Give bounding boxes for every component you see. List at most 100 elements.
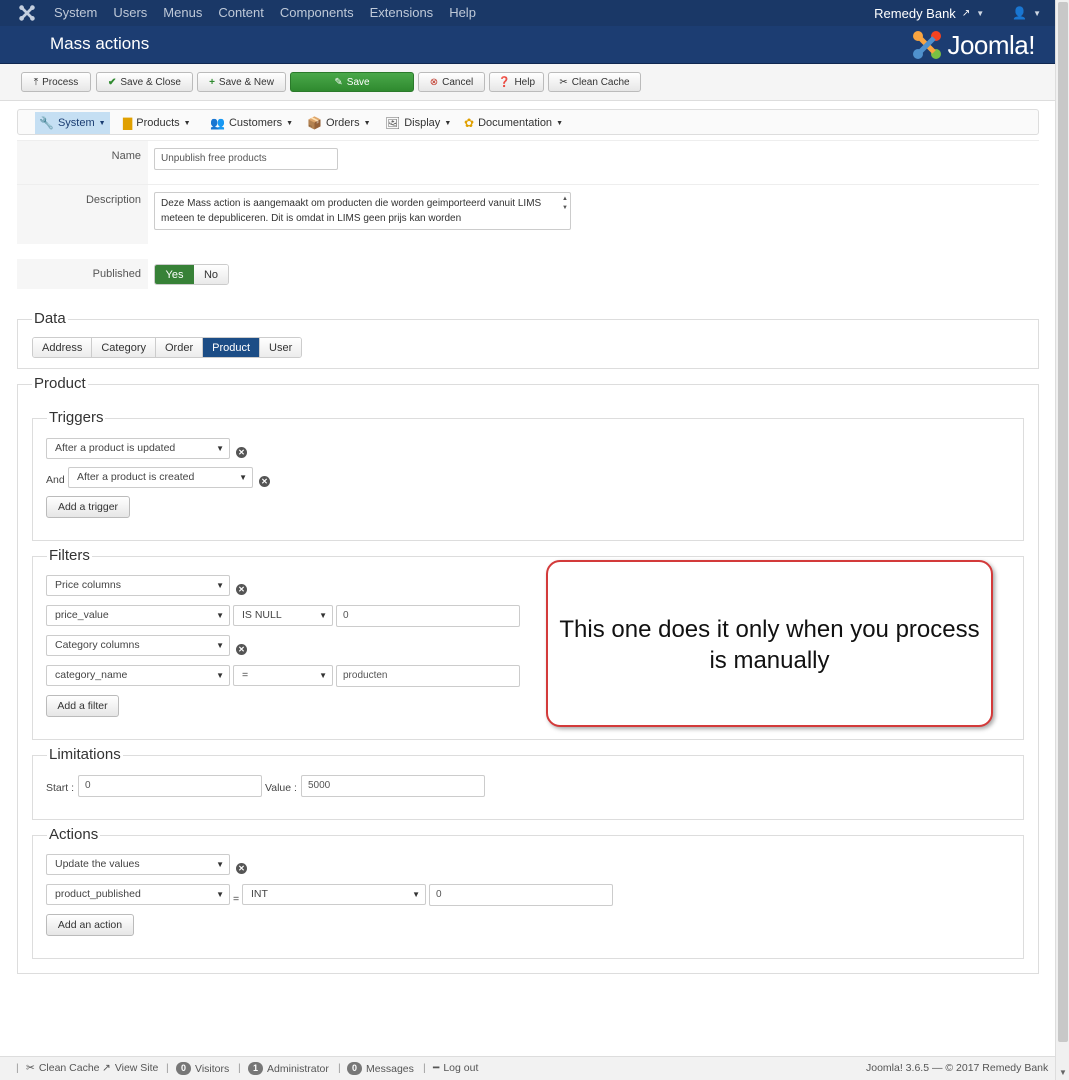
status-view-site[interactable]: ↗ View Site xyxy=(102,1062,158,1074)
filter-column-select-2[interactable]: category_name ▼ xyxy=(46,665,230,686)
joomla-brand: Joomla! xyxy=(911,29,1035,61)
data-legend: Data xyxy=(32,310,68,327)
documentation-icon: ✿ xyxy=(464,116,475,130)
page-scrollbar[interactable]: ▼ xyxy=(1055,0,1069,1080)
filter-group-select-1[interactable]: Price columns ▼ xyxy=(46,575,230,596)
trigger-select-2[interactable]: After a product is created ▼ xyxy=(68,467,253,488)
broom-icon: ✂ xyxy=(559,76,568,88)
published-no[interactable]: No xyxy=(194,265,228,284)
scroll-down-icon[interactable]: ▼ xyxy=(1059,1068,1067,1077)
dropdown-arrow-icon: ▼ xyxy=(319,611,327,620)
order-icon: 📦 xyxy=(307,116,322,130)
save-button[interactable]: ✎ Save xyxy=(290,72,414,92)
help-button[interactable]: ❓ Help xyxy=(489,72,544,92)
filter-group-select-2[interactable]: Category columns ▼ xyxy=(46,635,230,656)
start-input[interactable]: 0 xyxy=(78,775,262,797)
topbar-right: Remedy Bank ↗ ▼ 👤 ▼ xyxy=(874,0,1041,26)
user-dropdown-icon[interactable]: ▼ xyxy=(1033,9,1041,18)
remove-filter-2-icon[interactable]: ✕ xyxy=(236,644,247,655)
annotation-callout: This one does it only when you process i… xyxy=(546,560,993,727)
dropdown-arrow-icon: ▼ xyxy=(216,641,224,650)
menu-help[interactable]: Help xyxy=(441,0,484,26)
action-datatype-select[interactable]: INT ▼ xyxy=(242,884,426,905)
tab-address[interactable]: Address xyxy=(33,338,93,357)
tab-category[interactable]: Category xyxy=(92,338,156,357)
submenu-documentation[interactable]: ✿ Documentation ▼ xyxy=(460,112,567,134)
value-label: Value : xyxy=(265,782,297,794)
process-button[interactable]: ⤒ Process xyxy=(21,72,91,92)
remove-trigger-1-icon[interactable]: ✕ xyxy=(236,447,247,458)
add-filter-button[interactable]: Add a filter xyxy=(46,695,119,717)
joomla-logo-icon[interactable] xyxy=(18,4,36,22)
tab-order[interactable]: Order xyxy=(156,338,204,357)
status-logout[interactable]: ━ Log out xyxy=(433,1062,478,1074)
filter-operator-select-2[interactable]: = ▼ xyxy=(233,665,333,686)
joomla-brand-icon xyxy=(913,31,942,59)
start-label: Start : xyxy=(46,782,75,794)
textarea-scroll-icon[interactable]: ▲ ▼ xyxy=(562,195,568,213)
cancel-button[interactable]: ⊗ Cancel xyxy=(418,72,485,92)
data-tabs: Address Category Order Product User xyxy=(32,337,303,358)
name-label: Name xyxy=(17,141,148,184)
status-clean-cache[interactable]: ✂ Clean Cache xyxy=(26,1062,100,1074)
dropdown-arrow-icon: ▼ xyxy=(239,473,247,482)
description-row: Description Deze Mass action is aangemaa… xyxy=(17,184,1039,244)
name-row: Name Unpublish free products xyxy=(17,140,1039,184)
submenu-display[interactable]: 🖼 Display ▼ xyxy=(381,112,455,134)
box-icon: ▇ xyxy=(123,116,133,130)
action-column-select[interactable]: product_published ▼ xyxy=(46,884,230,905)
joomla-wordmark: Joomla! xyxy=(947,29,1035,60)
menu-users[interactable]: Users xyxy=(105,0,155,26)
status-visitors[interactable]: 0 Visitors xyxy=(176,1062,229,1075)
dropdown-arrow-icon: ▼ xyxy=(319,671,327,680)
triggers-legend: Triggers xyxy=(47,409,106,426)
tab-product[interactable]: Product xyxy=(203,338,261,357)
submenu-orders[interactable]: 📦 Orders ▼ xyxy=(303,112,375,134)
admin-count-badge: 1 xyxy=(248,1062,264,1075)
add-trigger-button[interactable]: Add a trigger xyxy=(46,496,130,518)
description-textarea[interactable]: Deze Mass action is aangemaakt om produc… xyxy=(154,192,571,230)
site-name-link[interactable]: Remedy Bank xyxy=(874,6,956,21)
value-input[interactable]: 5000 xyxy=(301,775,485,797)
top-navbar: System Users Menus Content Components Ex… xyxy=(0,0,1055,26)
check-icon: ✔ xyxy=(108,76,117,88)
status-messages[interactable]: 0 Messages xyxy=(347,1062,414,1075)
scrollbar-thumb[interactable] xyxy=(1058,2,1068,1042)
published-yes[interactable]: Yes xyxy=(155,265,194,284)
remove-trigger-2-icon[interactable]: ✕ xyxy=(259,476,270,487)
filter-value-input-2[interactable]: producten xyxy=(336,665,520,687)
external-link-icon: ↗ xyxy=(102,1062,111,1074)
dropdown-arrow-icon: ▼ xyxy=(216,581,224,590)
status-bar: | ✂ Clean Cache ↗ View Site | 0 Visitors… xyxy=(0,1056,1055,1080)
menu-content[interactable]: Content xyxy=(210,0,272,26)
trigger-select-1[interactable]: After a product is updated ▼ xyxy=(46,438,230,459)
remove-filter-1-icon[interactable]: ✕ xyxy=(236,584,247,595)
users-icon: 👥 xyxy=(210,116,225,130)
site-dropdown-icon[interactable]: ▼ xyxy=(976,9,984,18)
plus-icon: + xyxy=(209,76,215,88)
menu-menus[interactable]: Menus xyxy=(155,0,210,26)
user-menu-icon[interactable]: 👤 xyxy=(1012,6,1027,20)
status-administrator[interactable]: 1 Administrator xyxy=(248,1062,329,1075)
filters-legend: Filters xyxy=(47,547,92,564)
remove-action-icon[interactable]: ✕ xyxy=(236,863,247,874)
menu-components[interactable]: Components xyxy=(272,0,362,26)
dropdown-arrow-icon: ▼ xyxy=(412,890,420,899)
filter-value-input-1[interactable]: 0 xyxy=(336,605,520,627)
menu-system[interactable]: System xyxy=(46,0,105,26)
save-close-button[interactable]: ✔ Save & Close xyxy=(96,72,193,92)
save-new-button[interactable]: + Save & New xyxy=(197,72,286,92)
submenu-customers[interactable]: 👥 Customers ▼ xyxy=(206,112,297,134)
name-input[interactable]: Unpublish free products xyxy=(154,148,338,170)
submenu-products[interactable]: ▇ Products ▼ xyxy=(119,112,195,134)
clean-cache-button[interactable]: ✂ Clean Cache xyxy=(548,72,641,92)
tab-user[interactable]: User xyxy=(260,338,302,357)
filter-operator-select-1[interactable]: IS NULL ▼ xyxy=(233,605,333,626)
menu-extensions[interactable]: Extensions xyxy=(362,0,442,26)
add-action-button[interactable]: Add an action xyxy=(46,914,134,936)
action-value-input[interactable]: 0 xyxy=(429,884,613,906)
submenu-system[interactable]: 🔧 System ▼ xyxy=(35,112,110,134)
question-icon: ❓ xyxy=(497,76,511,88)
filter-column-select-1[interactable]: price_value ▼ xyxy=(46,605,230,626)
action-type-select[interactable]: Update the values ▼ xyxy=(46,854,230,875)
